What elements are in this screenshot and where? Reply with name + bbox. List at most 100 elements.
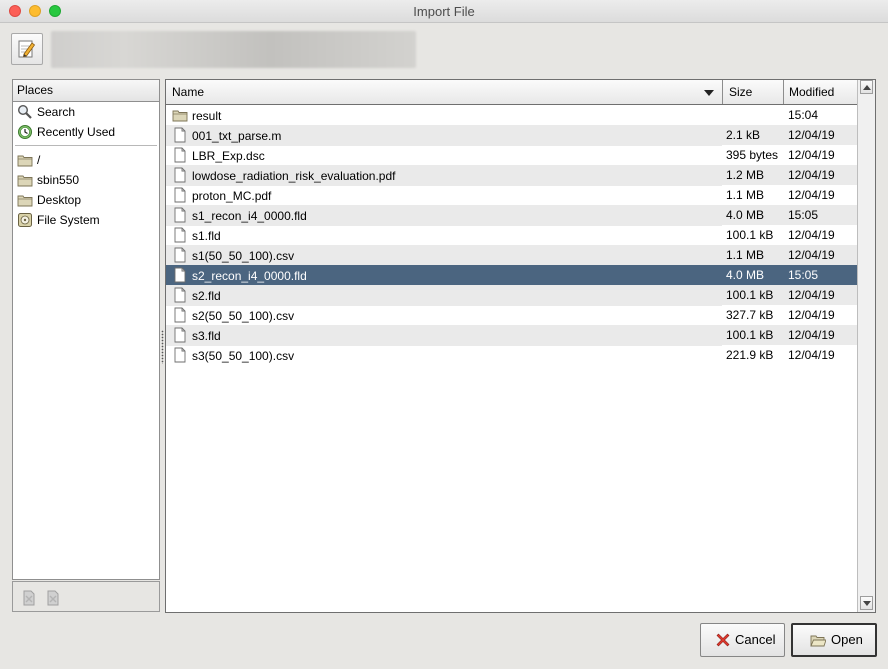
- file-size: 100.1 kB: [722, 285, 783, 305]
- open-label: Open: [831, 632, 863, 647]
- file-row[interactable]: 001_txt_parse.m 2.1 kB 12/04/19: [166, 125, 857, 146]
- file-name-cell[interactable]: s2(50_50_100).csv: [166, 305, 722, 326]
- file-name-cell[interactable]: s1(50_50_100).csv: [166, 245, 722, 266]
- file-name-cell[interactable]: s3.fld: [166, 325, 722, 346]
- file-name-cell[interactable]: s2.fld: [166, 285, 722, 306]
- pane-splitter[interactable]: [161, 330, 164, 364]
- file-modified: 12/04/19: [788, 188, 835, 202]
- place-item-sbin550[interactable]: sbin550: [13, 170, 159, 190]
- column-label: Name: [172, 85, 205, 99]
- folder-icon: [17, 155, 33, 167]
- file-row[interactable]: s1(50_50_100).csv 1.1 MB 12/04/19: [166, 245, 857, 266]
- window-title: Import File: [413, 4, 475, 19]
- file-name-cell[interactable]: s1.fld: [166, 225, 722, 246]
- file-modified: 15:05: [783, 265, 857, 285]
- place-item-recently-used[interactable]: Recently Used: [13, 122, 159, 142]
- file-name-cell[interactable]: proton_MC.pdf: [166, 185, 722, 206]
- file-icon: [174, 127, 186, 143]
- folder-icon: [17, 175, 33, 187]
- file-icon: [174, 327, 186, 343]
- file-modified: 12/04/19: [788, 308, 835, 322]
- file-modified: 12/04/19: [783, 165, 857, 185]
- file-name-cell[interactable]: result: [166, 105, 722, 126]
- file-modified: 12/04/19: [783, 245, 857, 265]
- file-size: 395 bytes: [726, 148, 779, 162]
- file-name: lowdose_radiation_risk_evaluation.pdf: [192, 168, 396, 183]
- recent-icon: [18, 124, 32, 139]
- place-item-file-system[interactable]: File System: [13, 210, 159, 230]
- file-icon: [174, 247, 186, 263]
- folder-icon: [17, 195, 33, 207]
- scroll-down-button[interactable]: [860, 596, 873, 610]
- file-row[interactable]: s3.fld 100.1 kB 12/04/19: [166, 325, 857, 346]
- file-name: s2_recon_i4_0000.fld: [192, 268, 307, 283]
- drive-icon: [18, 212, 32, 227]
- file-size: 1.1 MB: [726, 188, 765, 202]
- place-label: Search: [37, 105, 76, 119]
- file-modified: 12/04/19: [788, 228, 835, 242]
- place-label: sbin550: [37, 173, 80, 187]
- column-header-size[interactable]: Size: [722, 80, 783, 104]
- file-row[interactable]: s3(50_50_100).csv 221.9 kB 12/04/19: [166, 345, 857, 365]
- file-name: s1.fld: [192, 228, 221, 243]
- path-bar[interactable]: [51, 31, 416, 68]
- file-name: s1(50_50_100).csv: [192, 248, 295, 263]
- place-label: File System: [37, 213, 100, 227]
- place-item-search[interactable]: Search: [13, 102, 159, 122]
- open-button[interactable]: Open: [791, 623, 877, 657]
- file-name-cell[interactable]: s1_recon_i4_0000.fld: [166, 205, 722, 226]
- file-name: s2.fld: [192, 288, 221, 303]
- file-row[interactable]: s2(50_50_100).csv 327.7 kB 12/04/19: [166, 305, 857, 325]
- remove-bookmark-icon[interactable]: [45, 590, 61, 606]
- file-row[interactable]: lowdose_radiation_risk_evaluation.pdf 1.2…: [166, 165, 857, 186]
- place-item-root[interactable]: /: [13, 150, 159, 170]
- cancel-label: Cancel: [735, 632, 776, 647]
- file-row[interactable]: s1.fld 100.1 kB 12/04/19: [166, 225, 857, 245]
- file-name-cell[interactable]: 001_txt_parse.m: [166, 125, 722, 146]
- place-label: Desktop: [37, 193, 82, 207]
- file-icon: [174, 167, 186, 183]
- file-list-header: Name Size Modified: [166, 80, 857, 105]
- file-name: s1_recon_i4_0000.fld: [192, 208, 307, 223]
- file-icon: [174, 347, 186, 363]
- scroll-up-button[interactable]: [860, 80, 873, 94]
- places-header[interactable]: Places: [13, 80, 159, 102]
- file-icon: [174, 287, 186, 303]
- file-size: 100.1 kB: [722, 325, 783, 345]
- file-modified: 12/04/19: [783, 125, 857, 145]
- cancel-button[interactable]: Cancel: [700, 623, 785, 657]
- file-row[interactable]: s1_recon_i4_0000.fld 4.0 MB 15:05: [166, 205, 857, 226]
- place-label: /: [37, 153, 41, 167]
- file-icon: [174, 147, 186, 163]
- file-modified: 12/04/19: [783, 325, 857, 345]
- add-bookmark-icon[interactable]: [21, 590, 37, 606]
- file-row[interactable]: s2.fld 100.1 kB 12/04/19: [166, 285, 857, 306]
- file-name: 001_txt_parse.m: [192, 128, 282, 143]
- column-header-name[interactable]: Name: [166, 80, 722, 104]
- file-name-cell[interactable]: lowdose_radiation_risk_evaluation.pdf: [166, 165, 722, 186]
- file-name-cell[interactable]: s3(50_50_100).csv: [166, 345, 722, 366]
- places-footer: [12, 581, 160, 612]
- file-modified: 12/04/19: [788, 348, 835, 362]
- arrow-down-icon: [863, 601, 871, 606]
- vertical-scrollbar[interactable]: [857, 80, 875, 612]
- file-icon: [174, 267, 186, 283]
- column-header-modified[interactable]: Modified: [783, 80, 857, 104]
- pencil-paper-icon: [18, 40, 36, 58]
- file-rows: result 15:04 001_txt_parse.m 2.1 kB 12/04/19…: [166, 105, 857, 365]
- file-row[interactable]: s2_recon_i4_0000.fld 4.0 MB 15:05: [166, 265, 857, 286]
- file-name-cell[interactable]: LBR_Exp.dsc: [166, 145, 722, 166]
- file-name-cell[interactable]: s2_recon_i4_0000.fld: [166, 265, 722, 286]
- type-location-button[interactable]: [11, 33, 43, 65]
- file-row[interactable]: proton_MC.pdf 1.1 MB 12/04/19: [166, 185, 857, 205]
- file-row[interactable]: LBR_Exp.dsc 395 bytes 12/04/19: [166, 145, 857, 165]
- arrow-up-icon: [863, 85, 871, 90]
- file-name: s3(50_50_100).csv: [192, 348, 295, 363]
- file-row[interactable]: result 15:04: [166, 105, 857, 125]
- file-list: Name Size Modified result 15:04 001_txt_pa…: [165, 79, 876, 613]
- folder-icon: [172, 110, 188, 122]
- file-icon: [174, 187, 186, 203]
- place-item-desktop[interactable]: Desktop: [13, 190, 159, 210]
- sort-descending-icon: [704, 90, 714, 96]
- file-size: 1.1 MB: [722, 245, 783, 265]
